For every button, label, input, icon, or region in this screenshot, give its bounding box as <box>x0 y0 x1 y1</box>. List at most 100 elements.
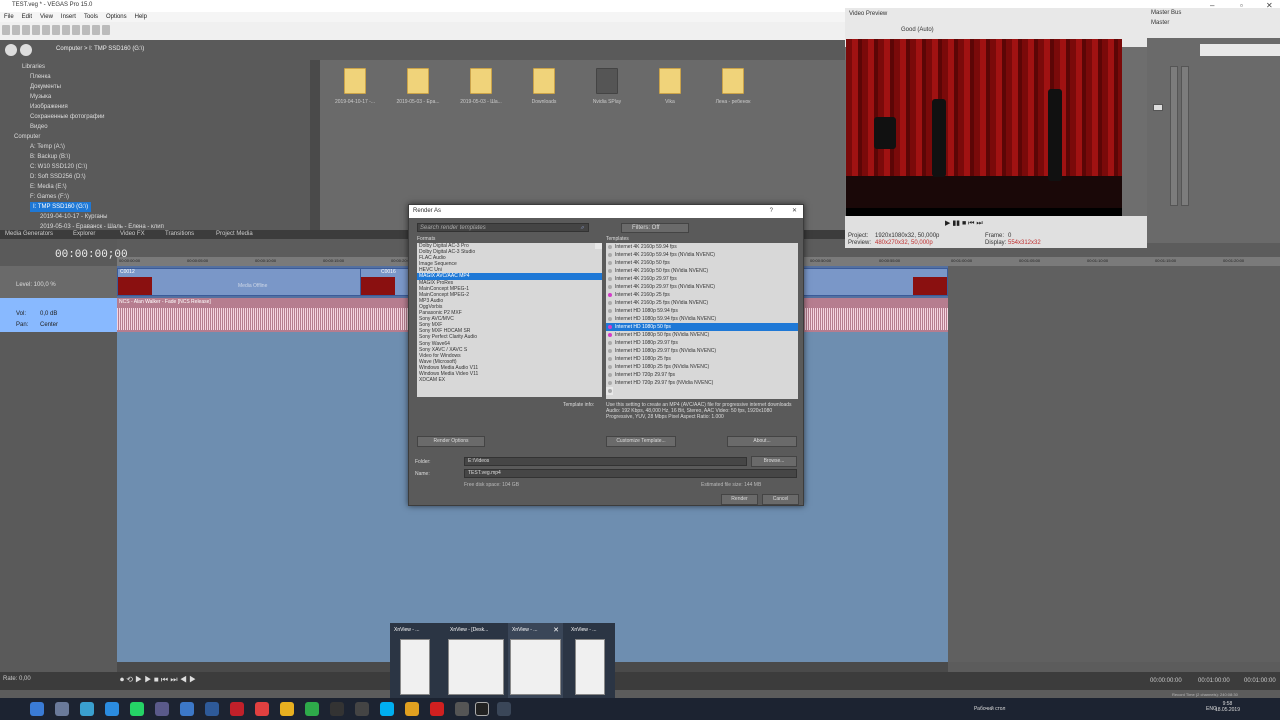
about-button[interactable]: About... <box>727 436 797 447</box>
close-icon[interactable]: ✕ <box>553 626 559 634</box>
tree-item[interactable]: E: Media (E:\) <box>30 182 310 192</box>
thumbnail-window[interactable]: XnView - [Desk... <box>446 623 504 698</box>
tree-item[interactable]: Пленка <box>30 72 310 82</box>
taskbar-app-icon[interactable] <box>305 702 319 716</box>
tab-video-fx[interactable]: Video FX <box>120 231 145 237</box>
render-button[interactable]: Render <box>721 494 758 505</box>
menu-help[interactable]: Help <box>135 12 147 22</box>
pan-value[interactable]: Center <box>40 322 58 328</box>
template-item[interactable]: Internet 4K 2160p 25 fps <box>606 291 798 299</box>
tree-item[interactable]: Computer <box>14 132 310 142</box>
tree-item[interactable]: A: Temp (A:\) <box>30 142 310 152</box>
taskbar-app-icon[interactable] <box>155 702 169 716</box>
filters-button[interactable]: Filters: Off <box>621 223 689 233</box>
taskbar-app-icon[interactable] <box>80 702 94 716</box>
formats-list[interactable]: Dolby Digital AC-3 Pro Dolby Digital AC-3… <box>417 243 602 397</box>
name-field[interactable]: TEST.veg.mp4 <box>464 469 797 478</box>
folder-item[interactable]: 2019-05-03 - Ера... <box>388 68 448 105</box>
system-clock[interactable]: 9:58 18.05.2019 <box>1215 701 1240 713</box>
telegram-icon[interactable] <box>105 702 119 716</box>
template-item[interactable]: Internet 4K 2160p 25 fps (NVidia NVENC) <box>606 299 798 307</box>
transport-controls-icon[interactable]: ⏺ ⟲ ▶ ▶ ■ ⏮ ⏭ ◀ ▶ <box>120 675 196 685</box>
forward-icon[interactable] <box>20 44 32 56</box>
folder-item[interactable]: Nvidia SPlay <box>577 68 637 105</box>
folder-item[interactable]: Лена - ребенок <box>703 68 763 105</box>
tree-item[interactable]: D: Soft SSD256 (D:\) <box>30 172 310 182</box>
search-icon[interactable]: ⌕ <box>581 224 584 232</box>
tree-item[interactable]: Сохраненные фотографии <box>30 112 310 122</box>
tree-item[interactable]: Изображения <box>30 102 310 112</box>
render-options-button[interactable]: Render Options <box>417 436 485 447</box>
template-item[interactable]: Internet 4K 2160p 59.94 fps (NVidia NVEN… <box>606 251 798 259</box>
template-item[interactable]: Internet HD 720p 29.97 fps (NVidia NVENC… <box>606 379 798 387</box>
skype-icon[interactable] <box>380 702 394 716</box>
undo-icon[interactable] <box>92 25 100 35</box>
open-icon[interactable] <box>12 25 20 35</box>
back-icon[interactable] <box>5 44 17 56</box>
folder-item[interactable]: Vika <box>640 68 700 105</box>
save-as-icon[interactable] <box>32 25 40 35</box>
windows-start-icon[interactable] <box>30 702 44 716</box>
copy-icon[interactable] <box>72 25 80 35</box>
browse-button[interactable]: Browse... <box>751 456 797 467</box>
tab-explorer[interactable]: Explorer <box>73 231 95 237</box>
tree-item[interactable]: 2019-04-10-17 - Курганы <box>40 212 310 222</box>
template-item[interactable]: Internet HD 1080p 50 fps <box>606 323 798 331</box>
preview-play-icon[interactable]: ▶ ▮▮ ■ ⏮ ⏭ <box>945 219 983 228</box>
menu-file[interactable]: File <box>4 12 14 22</box>
folder-item[interactable]: 2019-04-10-17 -... <box>325 68 385 105</box>
folder-field[interactable]: E:\Videos <box>464 457 747 466</box>
taskbar-app-icon[interactable] <box>330 702 344 716</box>
explorer-path[interactable]: Computer > I: TMP SSD160 (G:\) <box>56 46 144 52</box>
template-item[interactable]: Internet HD 1080p 25 fps <box>606 355 798 363</box>
vivaldi-icon[interactable] <box>255 702 269 716</box>
render-icon[interactable] <box>42 25 50 35</box>
quality-select[interactable]: Good (Auto) <box>901 27 934 33</box>
template-item[interactable]: Internet HD 1080p 25 fps (NVidia NVENC) <box>606 363 798 371</box>
menu-tools[interactable]: Tools <box>84 12 98 22</box>
thumbnail-window[interactable]: XnView - ... <box>567 623 615 698</box>
video-level[interactable]: Level: 100,0 % <box>16 282 56 288</box>
template-item[interactable]: Internet HD 720p 29.97 fps <box>606 371 798 379</box>
tab-project-media[interactable]: Project Media <box>216 231 253 237</box>
redo-icon[interactable] <box>102 25 110 35</box>
template-item[interactable]: Internet 4K 2160p 50 fps <box>606 259 798 267</box>
tree-item[interactable]: Документы <box>30 82 310 92</box>
properties-icon[interactable] <box>52 25 60 35</box>
template-item[interactable]: Internet HD 1080p 59.94 fps (NVidia NVEN… <box>606 315 798 323</box>
templates-list[interactable]: Internet 4K 2160p 59.94 fps Internet 4K 2… <box>606 243 798 399</box>
folder-item[interactable]: 2019-05-03 - Ша... <box>451 68 511 105</box>
menu-insert[interactable]: Insert <box>61 12 76 22</box>
tree-item[interactable]: Видео <box>30 122 310 132</box>
taskbar-app-icon[interactable] <box>355 702 369 716</box>
template-item[interactable]: Internet 4K 2160p 29.97 fps <box>606 275 798 283</box>
menu-edit[interactable]: Edit <box>22 12 32 22</box>
template-item[interactable]: Internet HD 1080p 29.97 fps <box>606 339 798 347</box>
cut-icon[interactable] <box>62 25 70 35</box>
taskbar-app-icon[interactable] <box>430 702 444 716</box>
template-item[interactable]: Internet 4K 2160p 50 fps (NVidia NVENC) <box>606 267 798 275</box>
format-item[interactable]: XDCAM EX <box>417 377 602 383</box>
taskbar-app-icon[interactable] <box>55 702 69 716</box>
template-item[interactable]: Internet HD 1080p 59.94 fps <box>606 307 798 315</box>
templates-scrollbar[interactable] <box>606 387 613 395</box>
template-item[interactable]: Internet HD 1080p 29.97 fps (NVidia NVEN… <box>606 347 798 355</box>
taskbar-app-icon[interactable] <box>230 702 244 716</box>
menu-view[interactable]: View <box>40 12 53 22</box>
vol-value[interactable]: 0,0 dB <box>40 311 57 317</box>
template-item[interactable]: Internet 4K 2160p 59.94 fps <box>606 243 798 251</box>
customize-template-button[interactable]: Customize Template... <box>606 436 676 447</box>
taskbar-app-icon[interactable] <box>180 702 194 716</box>
tree-item[interactable]: Libraries <box>22 62 310 72</box>
thumbnail-window[interactable]: XnView - ... ✕ <box>508 623 563 698</box>
help-icon[interactable]: ? <box>770 205 773 218</box>
new-icon[interactable] <box>2 25 10 35</box>
desktop-label[interactable]: Рабочий стол <box>974 706 1005 712</box>
folder-item[interactable]: Downloads <box>514 68 574 105</box>
menu-options[interactable]: Options <box>106 12 127 22</box>
taskbar-app-icon[interactable] <box>405 702 419 716</box>
thumbnail-window[interactable]: XnView - ... <box>390 623 442 698</box>
xnview-icon[interactable] <box>497 702 511 716</box>
template-item[interactable]: Internet 4K 2160p 29.97 fps (NVidia NVEN… <box>606 283 798 291</box>
template-item[interactable]: Internet HD 1080p 50 fps (NVidia NVENC) <box>606 331 798 339</box>
